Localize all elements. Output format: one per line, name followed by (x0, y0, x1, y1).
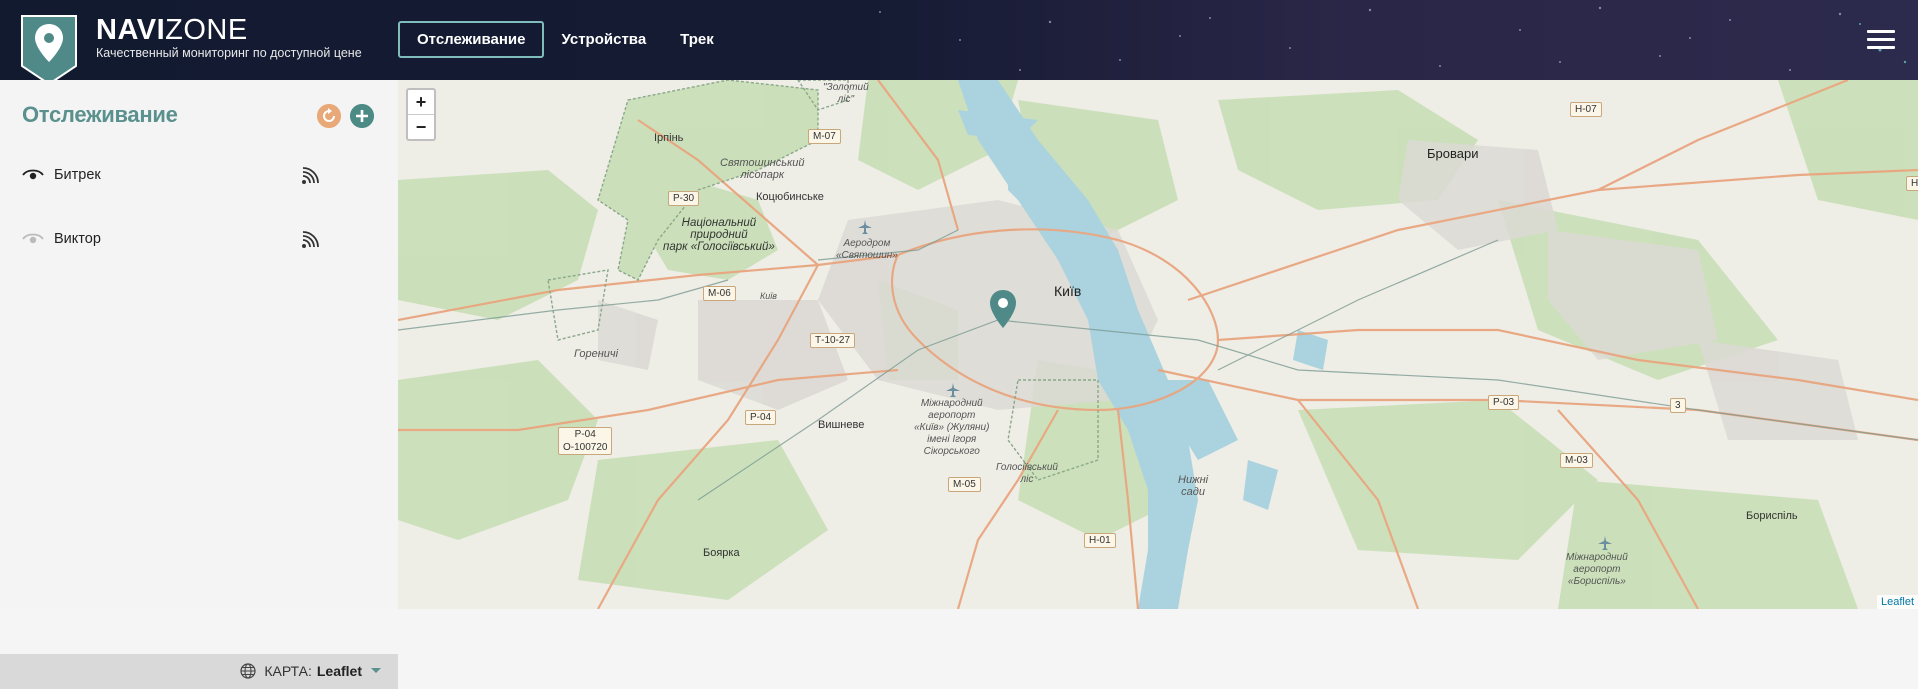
airport-icon (858, 220, 872, 234)
zoom-in-button[interactable]: + (408, 90, 434, 115)
road-p04: Р-04 (745, 410, 777, 425)
place-vyshneve: Вишневе (818, 419, 865, 431)
area-sviatoshynskyi: Святошинський лісопарк (720, 157, 805, 181)
main-nav: Отслеживание Устройства Трек (398, 21, 731, 58)
tab-track[interactable]: Трек (663, 21, 731, 58)
place-boryspil: Бориспіль (1746, 510, 1798, 522)
map-selector-value: Leaflet (316, 663, 362, 679)
logo-shield-icon (21, 15, 77, 80)
map-selector-bar: КАРТА: Leaflet (0, 654, 398, 689)
map-attribution[interactable]: Leaflet (1876, 595, 1918, 609)
road-edge-3: 3 (1670, 398, 1686, 413)
sidebar-title: Отслеживание (22, 102, 178, 127)
place-kyiv-small: Київ (760, 291, 778, 301)
app-header: NAVIZONE Качественный мониторинг по дост… (0, 0, 1918, 80)
area-boryspil-airport: Міжнародний аеропорт «Бориспіль» (1566, 552, 1628, 587)
device-name: Виктор (54, 231, 101, 247)
place-horenychi: Гореничі (574, 348, 619, 360)
road-p30: Р-30 (668, 191, 700, 206)
area-holosiivskyi: Голосіївський ліс (996, 462, 1058, 485)
tab-tracking[interactable]: Отслеживание (398, 21, 545, 58)
brand-name: NAVIZONE (96, 14, 248, 46)
airport-icon (1598, 536, 1612, 550)
place-kyiv: Київ (1054, 283, 1082, 299)
caret-down-icon (371, 668, 381, 673)
eye-hidden-icon[interactable] (22, 232, 44, 246)
road-h01: Н-01 (1084, 533, 1116, 548)
map-pin-icon[interactable] (989, 289, 1017, 329)
sidebar: Отслеживание Битрек Виктор КАРТА: Leafle… (0, 80, 398, 689)
area-zolotyi-lis: "Золотий ліс" (823, 82, 869, 105)
map-view[interactable]: Ірпінь Коцюбинське Київ Бровари Вишневе … (398, 80, 1918, 609)
globe-icon (240, 663, 256, 679)
refresh-icon[interactable] (317, 104, 341, 128)
eye-visible-icon[interactable] (22, 168, 44, 182)
road-h07: Н-07 (1570, 102, 1602, 117)
device-item-viktor[interactable]: Виктор (22, 226, 332, 252)
airport-icon (946, 383, 960, 397)
road-h-edge: Н (1906, 176, 1918, 191)
brand-tagline: Качественный мониторинг по доступной цен… (96, 46, 362, 60)
hamburger-menu-icon[interactable] (1867, 30, 1895, 52)
map-tiles (398, 80, 1918, 609)
place-boiarka: Боярка (703, 547, 740, 559)
road-p03: Р-03 (1488, 395, 1520, 410)
road-t1027: Т-10-27 (810, 333, 856, 348)
zoom-out-button[interactable]: − (408, 115, 434, 139)
road-m06: М-06 (703, 286, 736, 301)
place-brovary: Бровари (1427, 146, 1479, 161)
signal-feed-icon[interactable] (301, 167, 319, 185)
road-m07: М-07 (808, 129, 841, 144)
place-nyzhni-sady: Нижні сади (1178, 474, 1209, 498)
road-m03: М-03 (1560, 453, 1593, 468)
device-name: Битрек (54, 167, 101, 183)
road-m05: М-05 (948, 477, 981, 492)
road-p04-o100720: Р-04 О-100720 (558, 427, 613, 455)
area-aerodrom: Аеродром «Святошин» (836, 238, 898, 261)
place-irpin: Ірпінь (654, 132, 684, 144)
tab-devices[interactable]: Устройства (544, 21, 663, 58)
add-device-icon[interactable] (350, 104, 374, 128)
signal-feed-icon[interactable] (301, 231, 319, 249)
brand: NAVIZONE Качественный мониторинг по дост… (96, 15, 362, 60)
map-selector-label: КАРТА: (264, 663, 312, 679)
area-national-park: Національний природний парк «Голосіївськ… (663, 217, 775, 253)
map-selector[interactable]: КАРТА: Leaflet (240, 663, 382, 679)
zoom-control: + − (406, 88, 436, 141)
area-airport-zhuliany: Міжнародний аеропорт «Київ» (Жуляни) іме… (914, 398, 990, 457)
device-item-bitrek[interactable]: Битрек (22, 162, 332, 188)
place-kotsiubynske: Коцюбинське (756, 191, 824, 203)
